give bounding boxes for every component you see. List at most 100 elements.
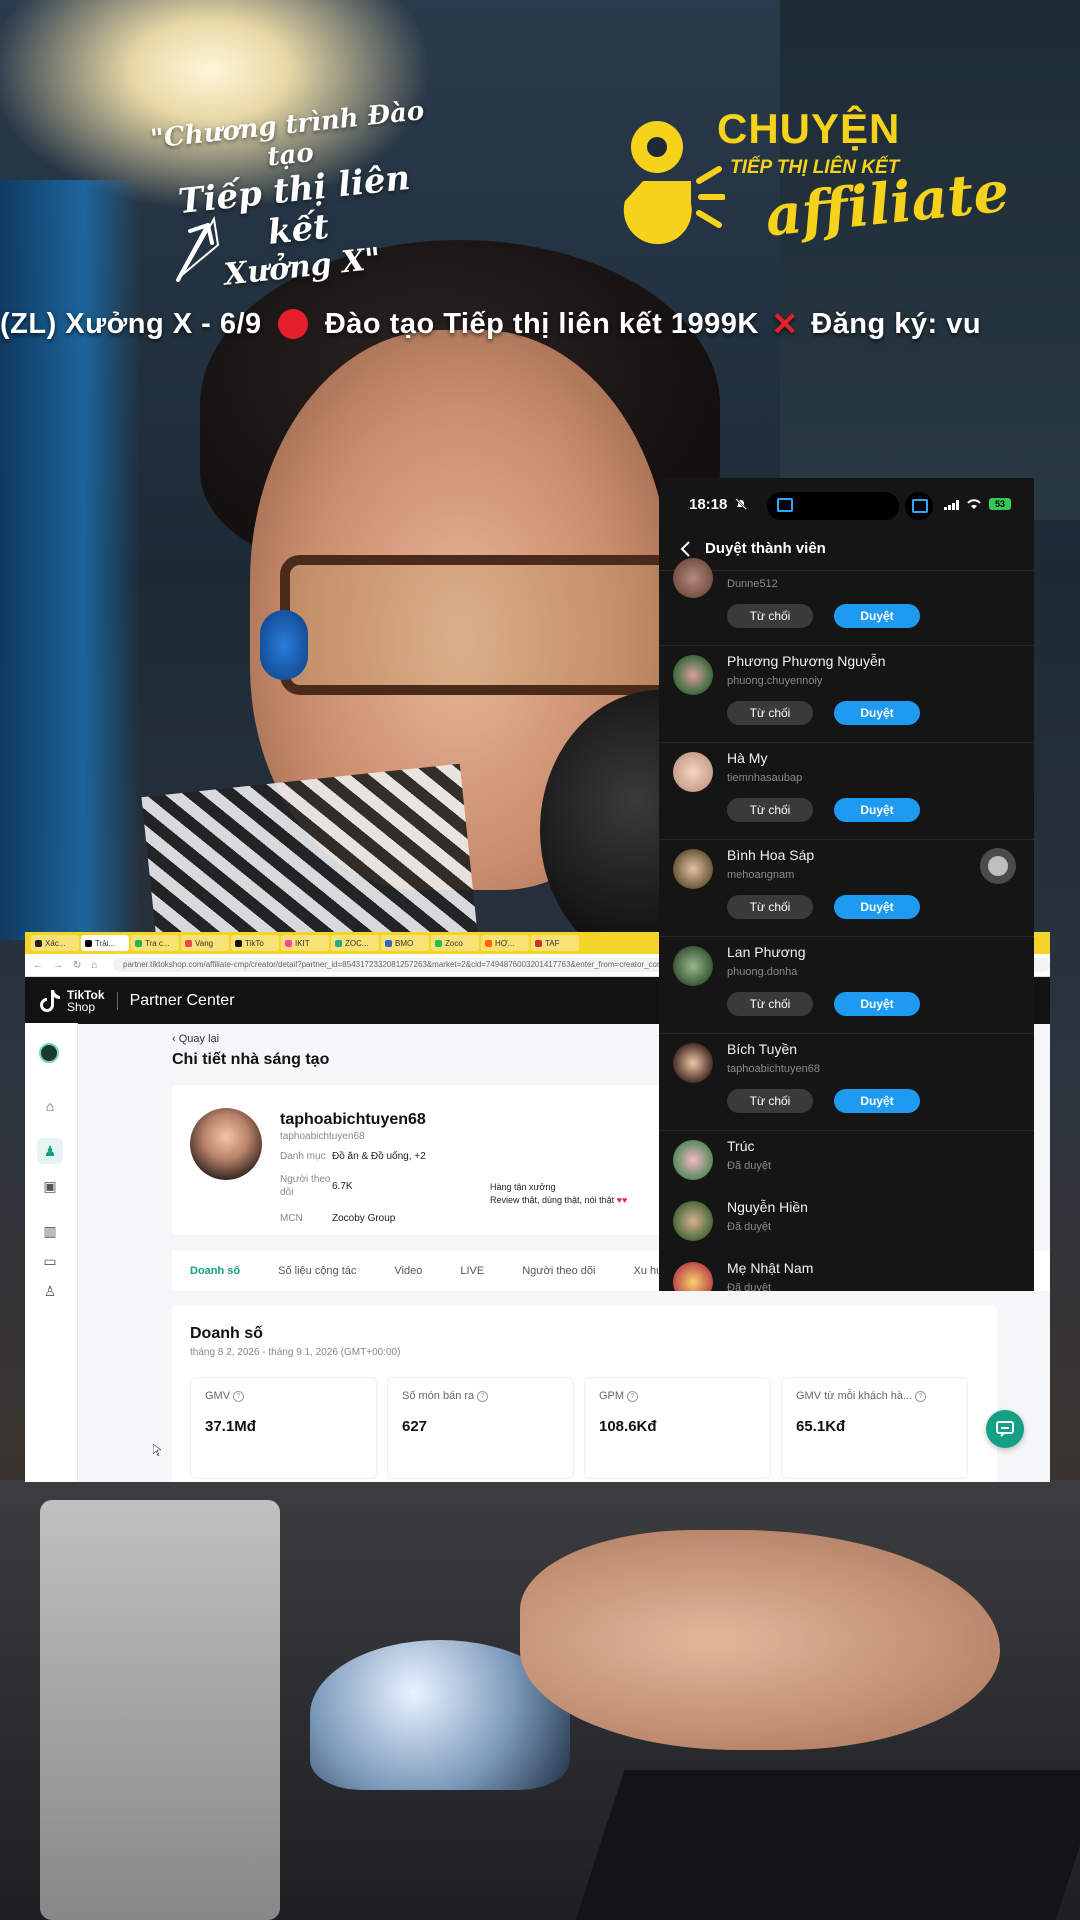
browser-tab[interactable]: Zoco — [431, 935, 479, 951]
approve-button[interactable]: Duyệt — [834, 992, 920, 1016]
reject-button[interactable]: Từ chối — [727, 895, 813, 919]
creators-nav-icon[interactable]: ♟ — [37, 1138, 63, 1164]
approve-button[interactable]: Duyệt — [834, 895, 920, 919]
ticker-part-2: Đào tạo Tiếp thị liên kết 1999K — [324, 307, 759, 340]
sales-section: Doanh số tháng 8 2, 2026 - tháng 9 1, 20… — [172, 1305, 997, 1482]
info-icon[interactable]: ? — [915, 1390, 927, 1402]
back-arrow-icon[interactable]: ← — [33, 960, 43, 971]
reject-button[interactable]: Từ chối — [727, 992, 813, 1016]
favicon-icon — [335, 939, 342, 947]
browser-tab[interactable]: ZOC... — [331, 935, 379, 951]
mcn-value: Zocoby Group — [332, 1213, 396, 1224]
avatar[interactable] — [673, 558, 713, 598]
partner-center-title: Partner Center — [129, 991, 235, 1009]
tab-followers[interactable]: Người theo dõi — [522, 1265, 595, 1277]
approve-button[interactable]: Duyệt — [834, 1089, 920, 1113]
avatar[interactable] — [673, 1262, 713, 1291]
screen-mirroring-icon — [777, 498, 793, 512]
forward-arrow-icon[interactable]: → — [53, 960, 63, 971]
mouse-cursor-icon — [153, 1444, 161, 1456]
mcn-label: MCN — [280, 1213, 303, 1224]
avatar[interactable] — [673, 849, 713, 889]
browser-tab[interactable]: HỢ... — [481, 935, 529, 951]
page-title: Chi tiết nhà sáng tạo — [172, 1051, 330, 1068]
browser-tab-label: Trải... — [95, 938, 116, 948]
reload-icon[interactable]: ↻ — [73, 960, 81, 971]
approved-status: Đã duyệt — [727, 1282, 772, 1291]
avatar[interactable] — [673, 752, 713, 792]
browser-tab[interactable]: Xác... — [31, 935, 79, 951]
favicon-icon — [85, 939, 92, 947]
metric-label-text: GPM — [599, 1390, 625, 1402]
metric-label-text: Số món bán ra — [402, 1390, 475, 1402]
finance-nav-icon[interactable]: ▭ — [37, 1248, 63, 1274]
browser-tab[interactable]: Trải... — [81, 935, 129, 951]
earbud — [260, 610, 308, 680]
date-range[interactable]: tháng 8 2, 2026 - tháng 9 1, 2026 (GMT+0… — [190, 1347, 400, 1358]
home-icon[interactable]: ⌂ — [91, 960, 97, 971]
avatar[interactable] — [673, 1201, 713, 1241]
favicon-icon — [435, 939, 442, 947]
metric-label: GMV từ mỗi khách hà... ? — [796, 1390, 927, 1402]
workspace-logo-icon[interactable] — [39, 1043, 59, 1063]
bio-line-1: Hàng tận xưởng — [490, 1182, 556, 1192]
member-handle: mehoangnam — [727, 869, 795, 881]
info-icon[interactable]: ? — [477, 1390, 489, 1402]
reject-button[interactable]: Từ chối — [727, 604, 813, 628]
back-label: Quay lại — [178, 1033, 220, 1045]
chat-support-icon[interactable] — [986, 1410, 1024, 1448]
metric-label-text: GMV — [205, 1390, 231, 1402]
approve-button[interactable]: Duyệt — [834, 701, 920, 725]
assistive-touch-icon[interactable] — [980, 848, 1016, 884]
browser-tab[interactable]: BMO — [381, 935, 429, 951]
tab-collaboration[interactable]: Số liệu cộng tác — [278, 1265, 356, 1277]
info-icon[interactable]: ? — [627, 1390, 639, 1402]
browser-tab-label: ZOC... — [345, 938, 369, 948]
brand-title: CHUYỆN — [717, 105, 901, 152]
creator-name[interactable]: taphoabichtuyen68 — [280, 1111, 426, 1129]
metric-value: 37.1Mđ — [205, 1418, 256, 1435]
tab-sales[interactable]: Doanh số — [190, 1265, 240, 1277]
back-link[interactable]: ‹ Quay lại — [172, 1033, 219, 1045]
avatar[interactable] — [673, 1140, 713, 1180]
signal-icon — [944, 500, 959, 510]
tab-live[interactable]: LIVE — [460, 1265, 484, 1277]
browser-tab[interactable]: Vang — [181, 935, 229, 951]
approve-button[interactable]: Duyệt — [834, 604, 920, 628]
reject-button[interactable]: Từ chối — [727, 798, 813, 822]
list-item: Mẹ Nhật Nam Đã duyệt — [659, 1252, 1034, 1291]
orders-nav-icon[interactable]: ▣ — [37, 1173, 63, 1199]
analytics-nav-icon[interactable]: ▥ — [37, 1218, 63, 1244]
browser-tab[interactable]: TikTo — [231, 935, 279, 951]
info-icon[interactable]: ? — [233, 1390, 245, 1402]
presenter-glasses — [280, 555, 680, 695]
member-handle: tiemnhasaubap — [727, 772, 803, 784]
metric-value: 108.6Kđ — [599, 1418, 657, 1435]
category-value: Đồ ăn & Đồ uống, +2 — [332, 1151, 426, 1162]
browser-tab[interactable]: Tra c... — [131, 935, 179, 951]
list-item: Lan Phương phuong.donha Từ chối Duyệt — [659, 936, 1034, 1034]
avatar[interactable] — [673, 1043, 713, 1083]
keyboard — [575, 1770, 1080, 1920]
metric-items-sold: Số món bán ra ? 627 — [387, 1377, 574, 1479]
creator-bio: Hàng tận xưởng Review thật, dùng thật, n… — [490, 1181, 627, 1207]
tab-video[interactable]: Video — [394, 1265, 422, 1277]
reject-button[interactable]: Từ chối — [727, 1089, 813, 1113]
approve-button[interactable]: Duyệt — [834, 798, 920, 822]
browser-tab-label: TAF — [545, 938, 560, 948]
avatar[interactable] — [673, 946, 713, 986]
metric-label-text: GMV từ mỗi khách hà... — [796, 1390, 913, 1402]
browser-tab-label: Xác... — [45, 938, 66, 948]
home-nav-icon[interactable]: ⌂ — [37, 1093, 63, 1119]
news-ticker: (ZL) Xưởng X - 6/9 Đào tạo Tiếp thị liên… — [0, 305, 1080, 355]
account-nav-icon[interactable]: ♙ — [37, 1278, 63, 1304]
browser-tab[interactable]: IKIT — [281, 935, 329, 951]
avatar[interactable] — [673, 655, 713, 695]
ticker-part-3: Đăng ký: vu — [811, 307, 982, 340]
browser-tab[interactable]: TAF — [531, 935, 579, 951]
mirror-icon — [912, 499, 928, 513]
followers-value: 6.7K — [332, 1181, 353, 1192]
phone-stand — [40, 1500, 280, 1920]
member-name: Trúc — [727, 1138, 755, 1154]
reject-button[interactable]: Từ chối — [727, 701, 813, 725]
